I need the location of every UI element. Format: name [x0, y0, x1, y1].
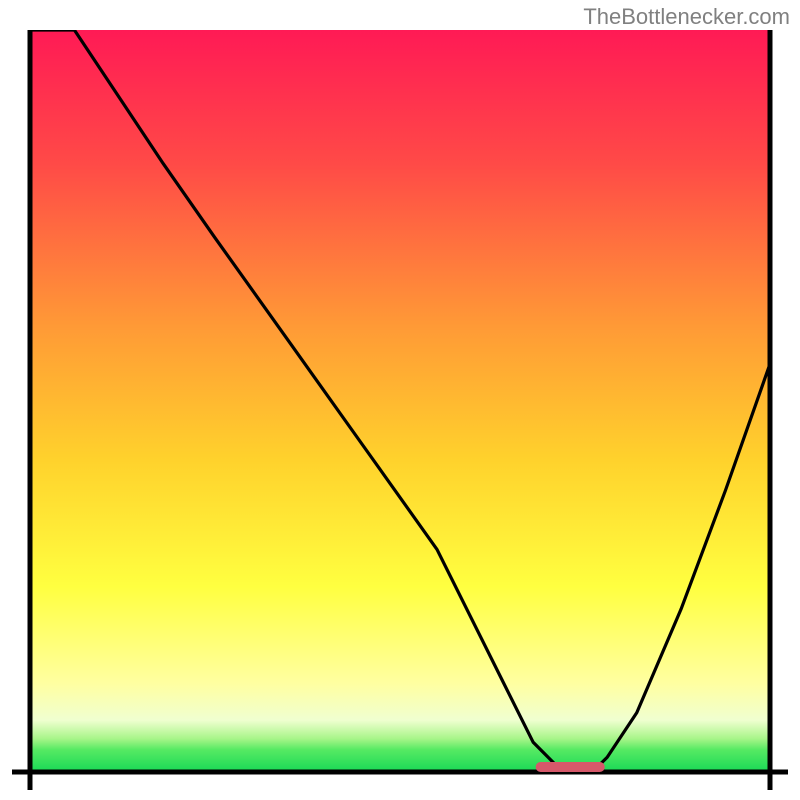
chart-svg	[12, 30, 788, 790]
watermark-text: TheBottlenecker.com	[583, 4, 790, 30]
chart-area	[12, 30, 788, 790]
